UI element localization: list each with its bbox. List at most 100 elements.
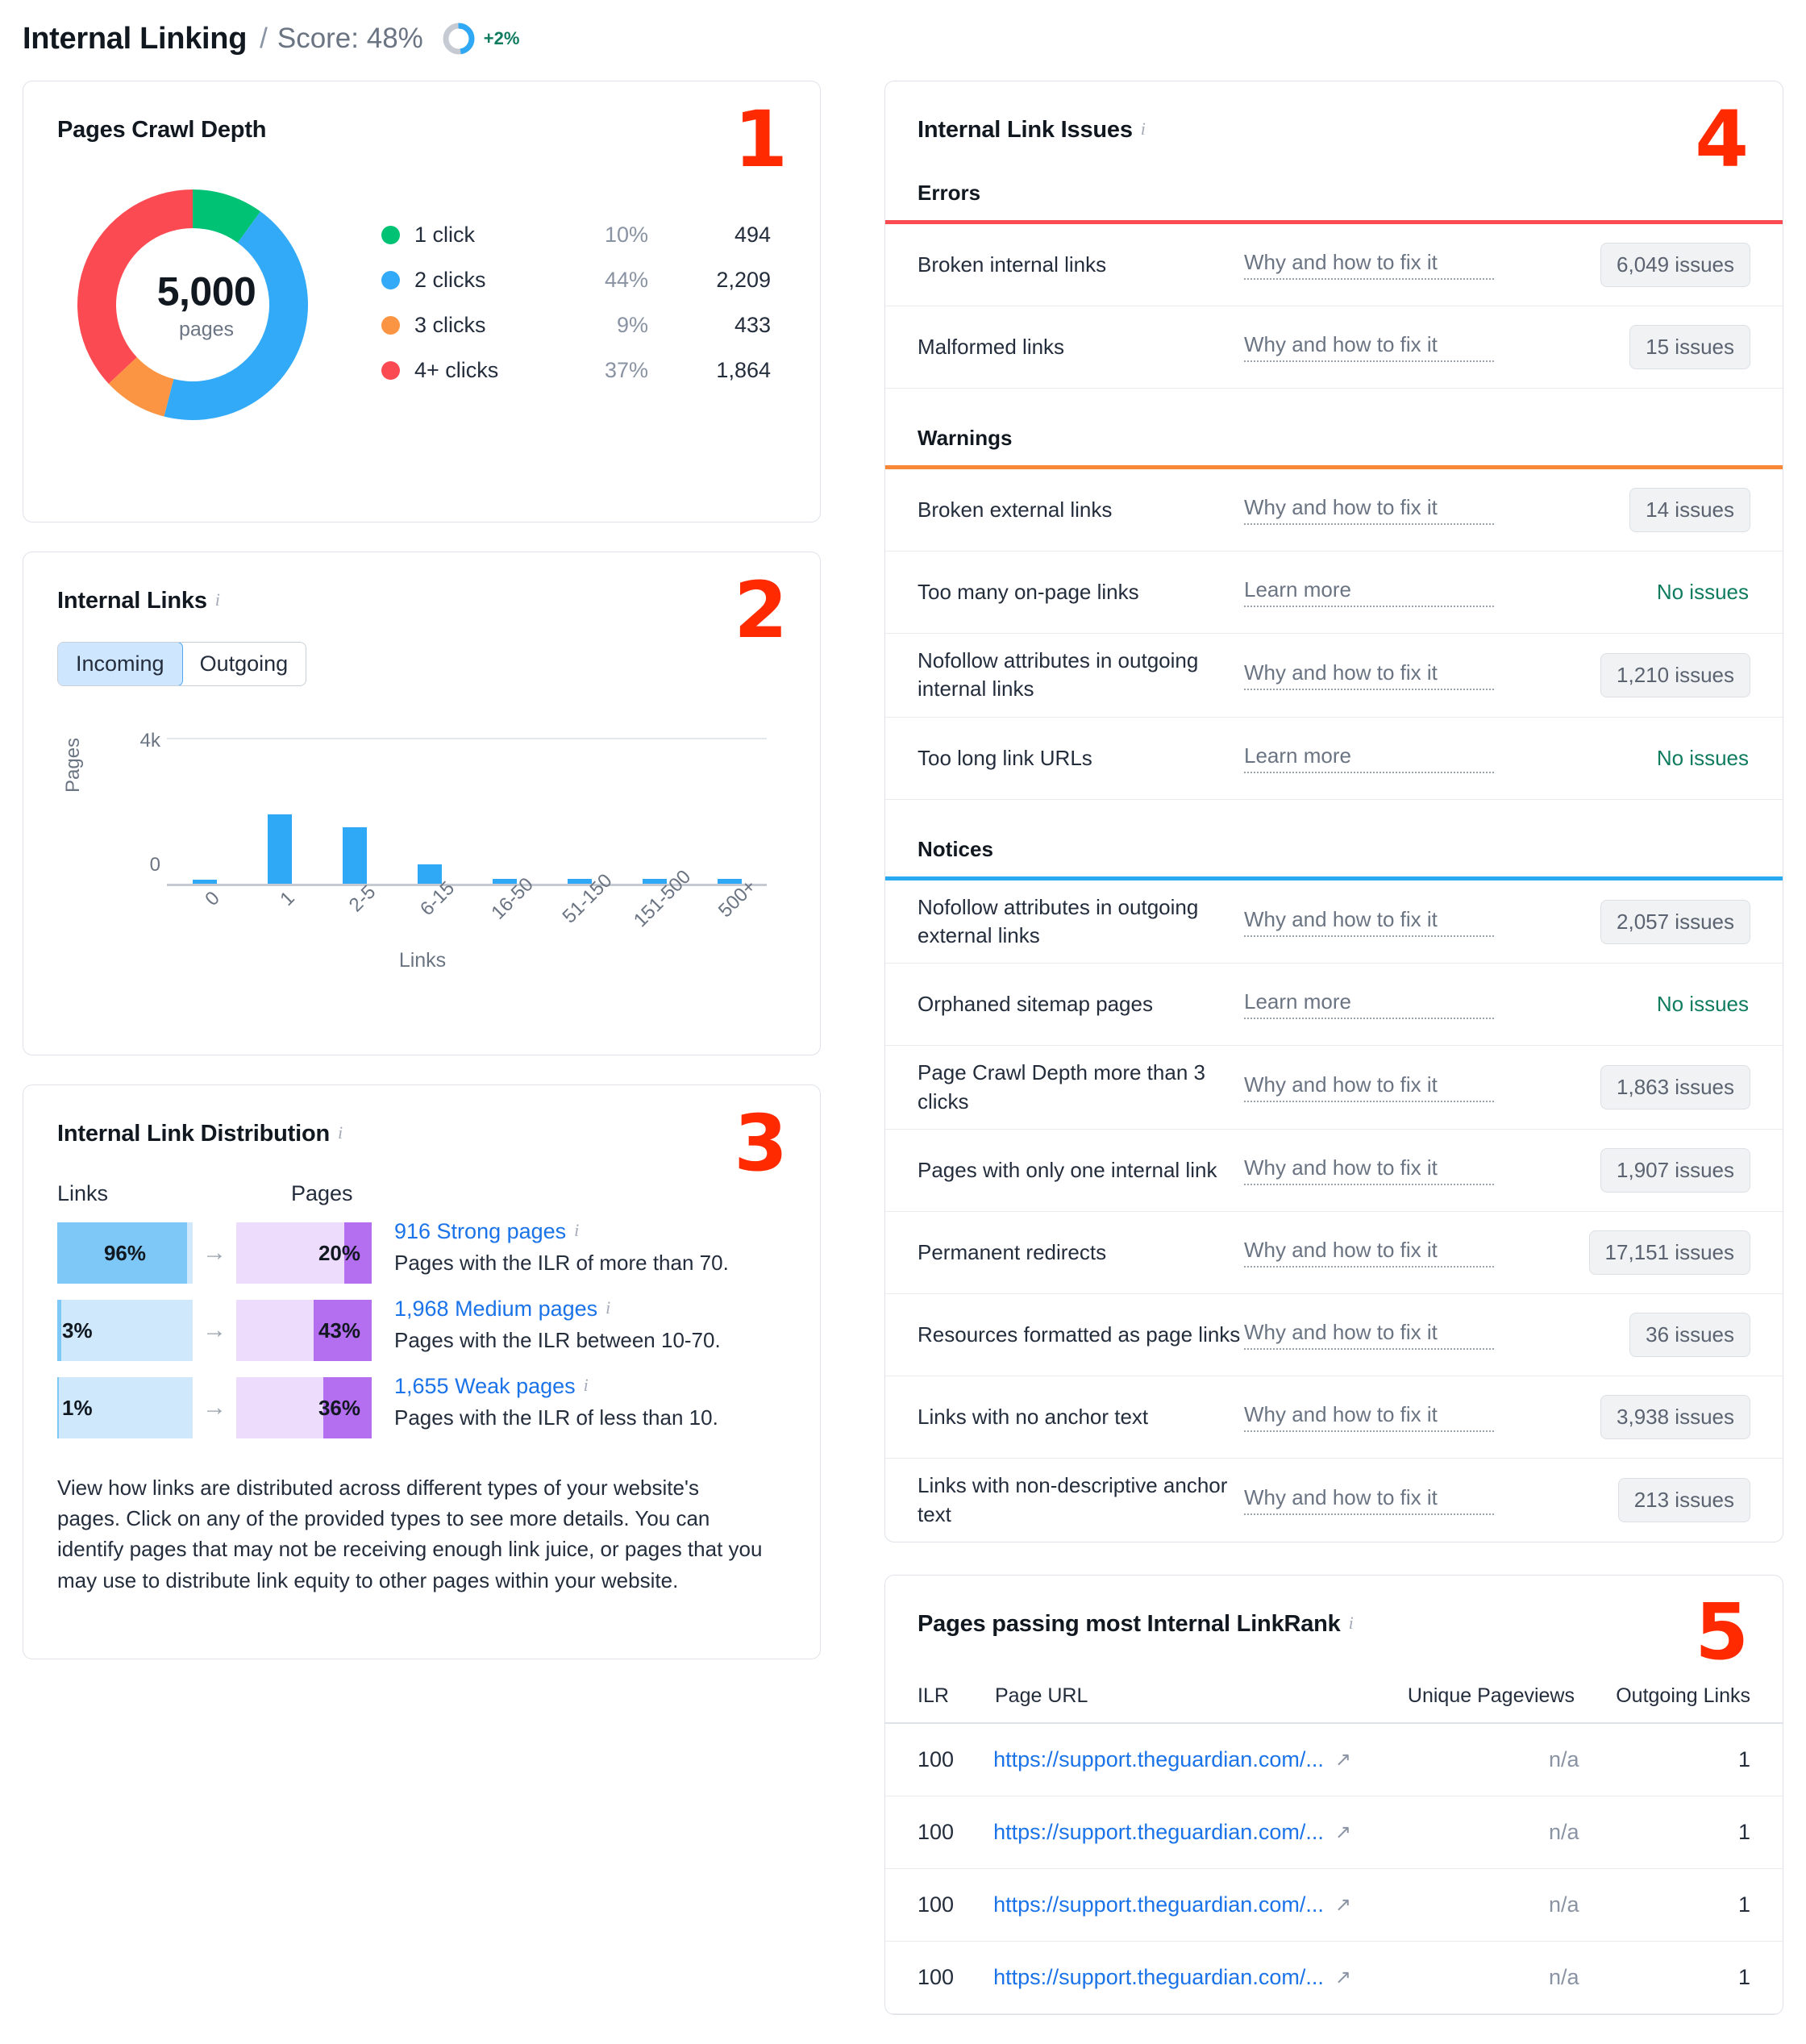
info-icon[interactable]: i (574, 1220, 579, 1241)
distribution-row[interactable]: 1% → 36% 1,655 Weak pages i Pages with th… (57, 1374, 788, 1438)
pages-share-bar[interactable]: 20% (236, 1222, 372, 1284)
issue-row[interactable]: Resources formatted as page links Why an… (885, 1294, 1783, 1377)
issue-row[interactable]: Orphaned sitemap pages Learn more No iss… (885, 964, 1783, 1047)
ilr-title-text: Pages passing most Internal LinkRank (918, 1610, 1341, 1637)
bar[interactable] (342, 826, 367, 884)
links-share-bar[interactable]: 3% (57, 1300, 193, 1361)
info-icon[interactable]: i (1349, 1613, 1354, 1634)
issue-count-badge[interactable]: 14 issues (1629, 488, 1750, 532)
links-share-bar[interactable]: 1% (57, 1377, 193, 1438)
legend-row[interactable]: 3 clicks 9% 433 (381, 302, 771, 348)
links-direction-toggle[interactable]: Incoming Outgoing (57, 642, 307, 686)
column-header-page-url[interactable]: Page URL (977, 1684, 1341, 1708)
info-icon[interactable]: i (215, 589, 220, 610)
issue-row[interactable]: Pages with only one internal link Why an… (885, 1130, 1783, 1213)
distribution-row[interactable]: 96% → 20% 916 Strong pages i Pages with t… (57, 1219, 788, 1284)
table-row[interactable]: 100 https://support.theguardian.com/... ↗… (885, 1869, 1783, 1942)
issue-help-link[interactable]: Why and how to fix it (1244, 1072, 1494, 1103)
pages-share-bar[interactable]: 36% (236, 1377, 372, 1438)
page-type-link[interactable]: 1,655 Weak pages i (394, 1374, 718, 1399)
issue-help-link[interactable]: Why and how to fix it (1244, 1320, 1494, 1351)
issue-help-link[interactable]: Learn more (1244, 743, 1494, 773)
issue-help-link[interactable]: Why and how to fix it (1244, 250, 1494, 280)
bar[interactable] (267, 814, 292, 884)
bar-slot[interactable] (467, 738, 542, 884)
legend-row[interactable]: 2 clicks 44% 2,209 (381, 257, 771, 302)
issue-count-badge[interactable]: 3,938 issues (1600, 1395, 1750, 1440)
info-icon[interactable]: i (1141, 119, 1146, 139)
external-link-icon[interactable]: ↗ (1335, 1893, 1351, 1917)
issue-help-link[interactable]: Why and how to fix it (1244, 1485, 1494, 1516)
bar-slot[interactable] (542, 738, 617, 884)
table-row[interactable]: 100 https://support.theguardian.com/... ↗… (885, 1796, 1783, 1869)
table-row[interactable]: 100 https://support.theguardian.com/... ↗… (885, 1942, 1783, 2014)
toggle-incoming[interactable]: Incoming (58, 643, 183, 685)
cell-page-url[interactable]: https://support.theguardian.com/... (993, 1820, 1324, 1845)
pages-crawl-depth-card: 1 Pages Crawl Depth 5,000 pages 1 click 1… (23, 81, 821, 522)
crawl-depth-donut-chart[interactable]: 5,000 pages (57, 168, 356, 442)
column-header-outgoing-links[interactable]: Outgoing Links (1575, 1684, 1750, 1708)
bar[interactable] (192, 879, 217, 884)
issue-count-badge[interactable]: 1,863 issues (1600, 1065, 1750, 1110)
issue-row[interactable]: Broken external links Why and how to fix… (885, 469, 1783, 552)
bar-slot[interactable] (617, 738, 692, 884)
issue-count-badge[interactable]: 213 issues (1617, 1478, 1750, 1523)
issue-row[interactable]: Malformed links Why and how to fix it 15… (885, 306, 1783, 389)
issue-count-badge[interactable]: 17,151 issues (1588, 1230, 1750, 1276)
page-type-link[interactable]: 1,968 Medium pages i (394, 1297, 721, 1322)
table-row[interactable]: 100 https://support.theguardian.com/... ↗… (885, 1724, 1783, 1796)
bar[interactable] (417, 864, 442, 884)
external-link-icon[interactable]: ↗ (1335, 1821, 1351, 1844)
x-tick: 51-150 (558, 869, 617, 928)
external-link-icon[interactable]: ↗ (1335, 1748, 1351, 1771)
info-icon[interactable]: i (584, 1375, 589, 1396)
issue-help-link[interactable]: Why and how to fix it (1244, 332, 1494, 362)
issue-help-link[interactable]: Why and how to fix it (1244, 1155, 1494, 1186)
issue-row[interactable]: Permanent redirects Why and how to fix i… (885, 1212, 1783, 1295)
donut-slice[interactable] (77, 189, 194, 384)
links-share-bar[interactable]: 96% (57, 1222, 193, 1284)
pages-share-bar[interactable]: 43% (236, 1300, 372, 1361)
bar-slot[interactable] (317, 738, 392, 884)
issue-row[interactable]: Broken internal links Why and how to fix… (885, 224, 1783, 306)
issue-help-link[interactable]: Why and how to fix it (1244, 907, 1494, 937)
cell-page-url[interactable]: https://support.theguardian.com/... (993, 1965, 1324, 1990)
issue-help-link[interactable]: Why and how to fix it (1244, 1238, 1494, 1268)
issue-row[interactable]: Links with no anchor text Why and how to… (885, 1376, 1783, 1459)
issue-count-badge[interactable]: 6,049 issues (1600, 243, 1750, 287)
issue-help-link[interactable]: Why and how to fix it (1244, 1402, 1494, 1433)
issue-count-badge[interactable]: 1,210 issues (1600, 652, 1750, 697)
issue-row[interactable]: Page Crawl Depth more than 3 clicks Why … (885, 1046, 1783, 1130)
issue-help-link[interactable]: Why and how to fix it (1244, 495, 1494, 525)
external-link-icon[interactable]: ↗ (1335, 1966, 1351, 1989)
bar-slot[interactable] (392, 738, 467, 884)
legend-row[interactable]: 1 click 10% 494 (381, 212, 771, 257)
donut-slice[interactable] (164, 211, 308, 420)
cell-page-url[interactable]: https://support.theguardian.com/... (993, 1892, 1324, 1917)
issue-count-badge[interactable]: 2,057 issues (1600, 899, 1750, 944)
issue-row[interactable]: Nofollow attributes in outgoing external… (885, 880, 1783, 964)
issue-count-badge[interactable]: 1,907 issues (1600, 1148, 1750, 1193)
bar-slot[interactable] (167, 738, 242, 884)
cell-page-url[interactable]: https://support.theguardian.com/... (993, 1747, 1324, 1772)
bar-slot[interactable] (242, 738, 317, 884)
legend-row[interactable]: 4+ clicks 37% 1,864 (381, 348, 771, 393)
issue-row[interactable]: Nofollow attributes in outgoing internal… (885, 634, 1783, 718)
page-type-link[interactable]: 916 Strong pages i (394, 1219, 729, 1244)
bar-slot[interactable] (692, 738, 767, 884)
distribution-row[interactable]: 3% → 43% 1,968 Medium pages i Pages with … (57, 1297, 788, 1361)
issue-count-badge[interactable]: 15 issues (1629, 325, 1750, 369)
page-type-description: Pages with the ILR of less than 10. (394, 1405, 718, 1430)
issue-help-link[interactable]: Learn more (1244, 989, 1494, 1020)
issue-row[interactable]: Too many on-page links Learn more No iss… (885, 552, 1783, 634)
column-header-ilr[interactable]: ILR (918, 1684, 977, 1708)
info-icon[interactable]: i (605, 1297, 610, 1318)
toggle-outgoing[interactable]: Outgoing (182, 643, 306, 685)
column-header-unique-pageviews[interactable]: Unique Pageviews (1341, 1684, 1575, 1708)
issue-row[interactable]: Links with non-descriptive anchor text W… (885, 1459, 1783, 1542)
issue-count-badge[interactable]: 36 issues (1629, 1313, 1750, 1358)
issue-row[interactable]: Too long link URLs Learn more No issues (885, 718, 1783, 800)
issue-help-link[interactable]: Why and how to fix it (1244, 660, 1494, 690)
info-icon[interactable]: i (338, 1122, 343, 1143)
issue-help-link[interactable]: Learn more (1244, 577, 1494, 607)
